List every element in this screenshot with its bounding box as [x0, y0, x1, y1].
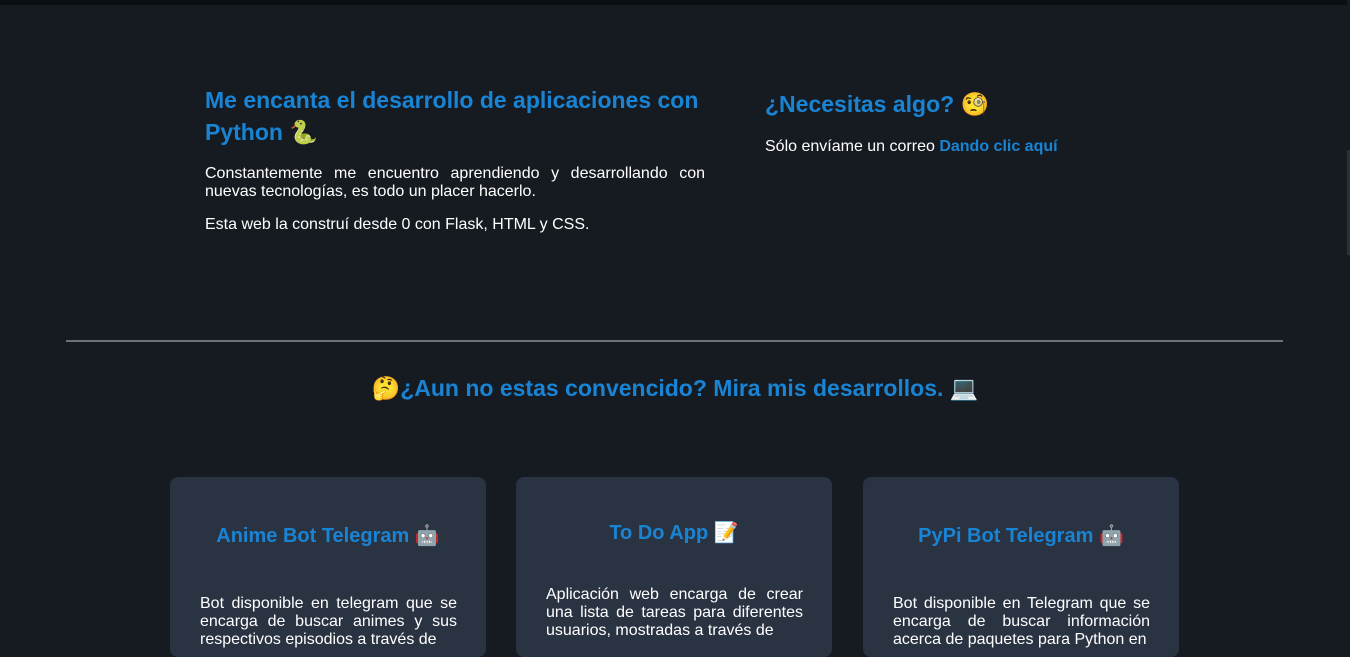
contact-text: Sólo envíame un correo Dando clic aquí — [765, 138, 1058, 155]
about-paragraph-2: Esta web la construí desde 0 con Flask, … — [205, 216, 590, 233]
about-paragraph-1: Constantemente me encuentro aprendiendo … — [205, 165, 705, 200]
top-bar — [0, 0, 1350, 5]
project-card-pypi-bot[interactable]: PyPi Bot Telegram 🤖 Bot disponible en Te… — [863, 477, 1179, 657]
email-link[interactable]: Dando clic aquí — [939, 138, 1057, 155]
robot-icon: 🤖 — [414, 523, 440, 547]
contact-title: ¿Necesitas algo? 🧐 — [765, 91, 990, 118]
project-card-title[interactable]: Anime Bot Telegram 🤖 — [170, 523, 486, 548]
project-card-todo-app[interactable]: To Do App 📝 Aplicación web encarga de cr… — [516, 477, 832, 657]
about-title: Me encanta el desarrollo de aplicaciones… — [205, 87, 699, 146]
project-card-description: Bot disponible en telegram que se encarg… — [200, 595, 457, 648]
contact-section: ¿Necesitas algo? 🧐 Sólo envíame un corre… — [765, 88, 1185, 156]
section-divider — [66, 340, 1283, 342]
project-card-anime-bot[interactable]: Anime Bot Telegram 🤖 Bot disponible en t… — [170, 477, 486, 657]
memo-icon: 📝 — [713, 520, 739, 544]
about-section: Me encanta el desarrollo de aplicaciones… — [205, 84, 705, 234]
robot-icon: 🤖 — [1098, 523, 1124, 547]
thinking-face-icon: 🤔 — [371, 376, 401, 402]
project-card-title[interactable]: PyPi Bot Telegram 🤖 — [863, 523, 1179, 548]
projects-title: 🤔¿Aun no estas convencido? Mira mis desa… — [371, 375, 979, 402]
laptop-icon: 💻 — [949, 376, 979, 402]
project-card-description: Bot disponible en Telegram que se encarg… — [893, 595, 1150, 648]
project-card-title[interactable]: To Do App 📝 — [516, 520, 832, 545]
snake-icon: 🐍 — [289, 120, 318, 146]
project-card-description: Aplicación web encarga de crear una list… — [546, 586, 803, 639]
monocle-face-icon: 🧐 — [960, 92, 990, 118]
